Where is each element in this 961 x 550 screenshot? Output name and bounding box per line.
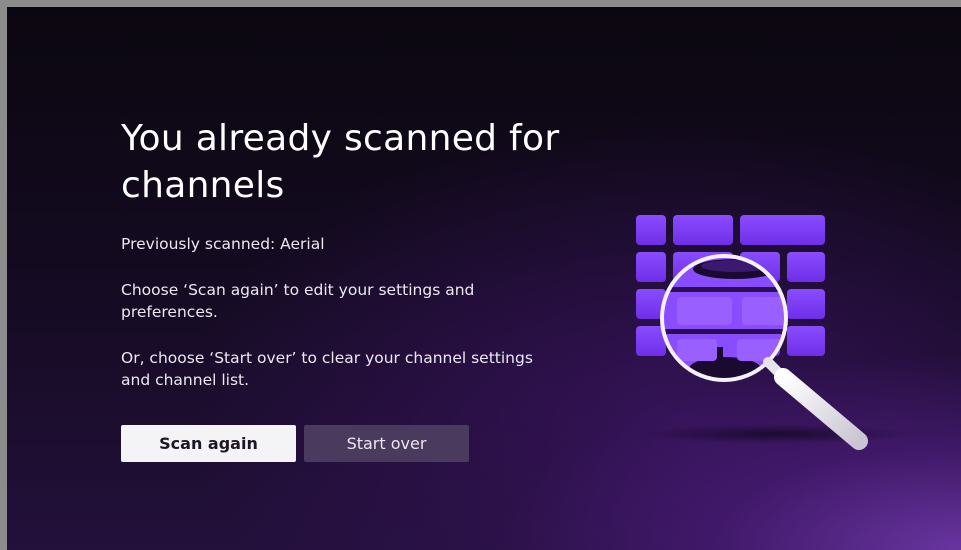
tv-screen: You already scanned for channels Previou… xyxy=(7,7,961,550)
previously-scanned-text: Previously scanned: Aerial xyxy=(121,235,325,253)
scan-again-description: Choose ‘Scan again’ to edit your setting… xyxy=(121,281,475,321)
scan-again-button[interactable]: Scan again xyxy=(121,425,296,462)
page-title: You already scanned for channels xyxy=(121,118,560,206)
start-over-button[interactable]: Start over xyxy=(304,425,469,462)
magnifying-glass-icon xyxy=(636,215,912,450)
start-over-description: Or, choose ‘Start over’ to clear your ch… xyxy=(121,349,533,389)
